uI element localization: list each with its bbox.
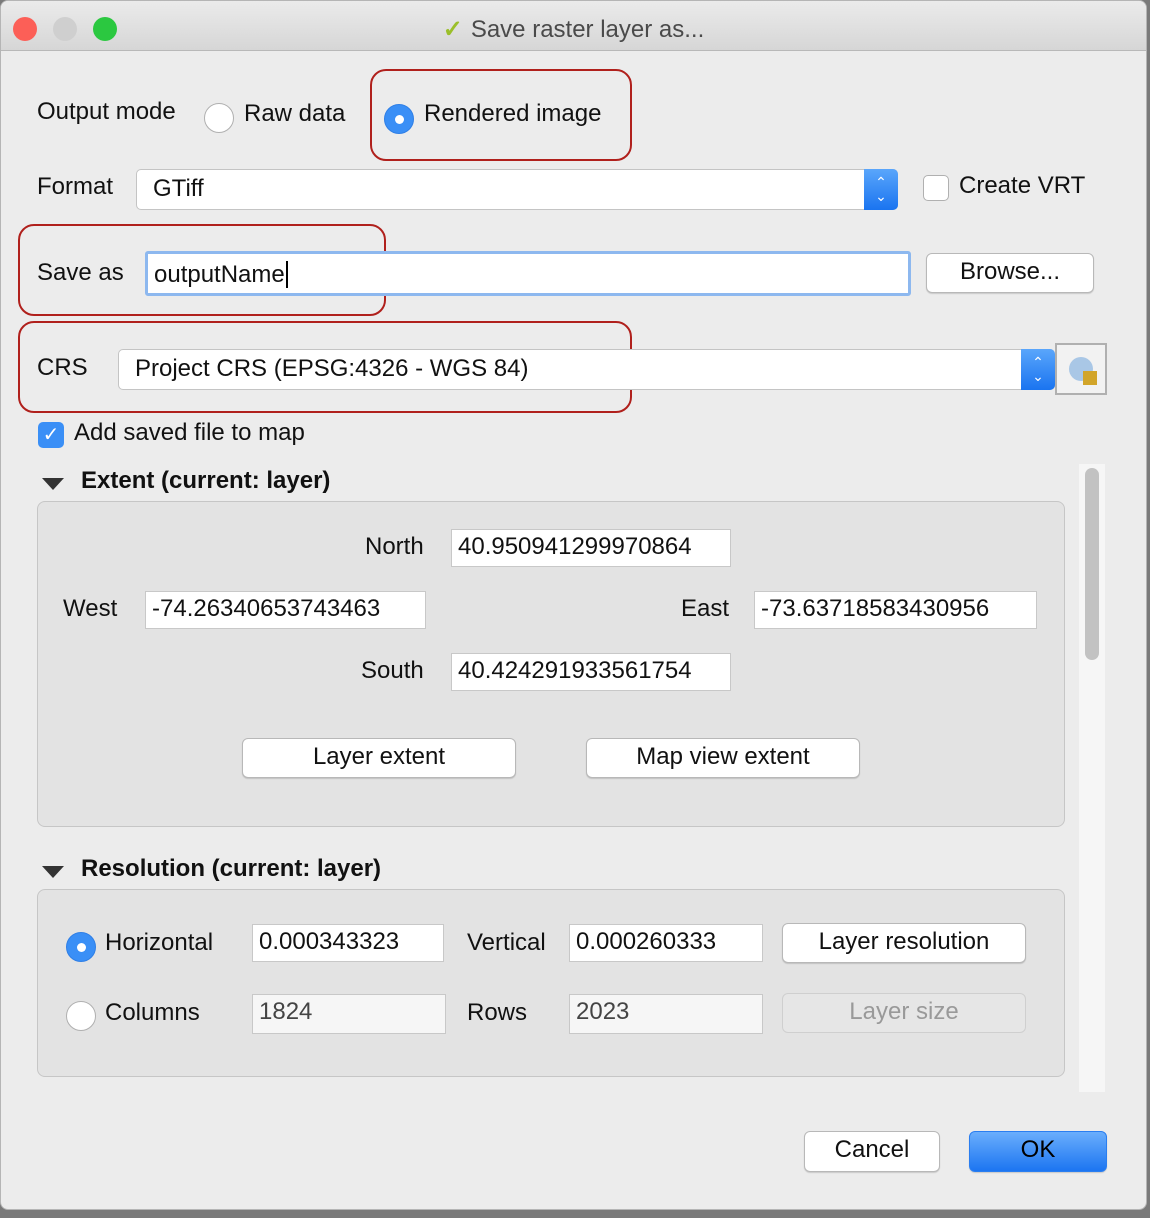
extent-section-title[interactable]: Extent (current: layer) <box>81 467 330 495</box>
resolution-group <box>37 889 1065 1077</box>
vertical-label: Vertical <box>467 929 546 956</box>
horizontal-radio[interactable] <box>66 932 96 962</box>
save-as-label: Save as <box>37 259 124 286</box>
save-raster-dialog: ✓ Save raster layer as... Output mode Raw… <box>0 0 1147 1210</box>
format-select[interactable]: GTiff ⌃ ⌄ <box>136 169 898 210</box>
rendered-image-radio[interactable] <box>384 104 414 134</box>
horizontal-input[interactable]: 0.000343323 <box>252 924 444 962</box>
save-as-input[interactable]: outputName <box>145 251 911 296</box>
crs-label: CRS <box>37 354 88 381</box>
vertical-input[interactable]: 0.000260333 <box>569 924 763 962</box>
resolution-section-title[interactable]: Resolution (current: layer) <box>81 855 381 883</box>
layer-resolution-button[interactable]: Layer resolution <box>782 923 1026 963</box>
window-title-text: Save raster layer as... <box>470 16 705 43</box>
text-cursor <box>285 261 288 288</box>
horizontal-label[interactable]: Horizontal <box>105 929 213 957</box>
columns-label[interactable]: Columns <box>105 999 200 1027</box>
title-bar: ✓ Save raster layer as... <box>1 1 1146 51</box>
north-input[interactable]: 40.950941299970864 <box>451 529 731 567</box>
rows-label: Rows <box>467 999 528 1026</box>
window-title: ✓ Save raster layer as... <box>1 15 1146 44</box>
map-view-extent-button[interactable]: Map view extent <box>586 738 860 778</box>
create-vrt-label[interactable]: Create VRT <box>959 172 1085 200</box>
columns-input[interactable]: 1824 <box>252 994 446 1034</box>
layer-size-button[interactable]: Layer size <box>782 993 1026 1033</box>
layer-extent-button[interactable]: Layer extent <box>242 738 516 778</box>
cancel-button[interactable]: Cancel <box>804 1131 940 1172</box>
edit-pencil-icon <box>1083 371 1097 385</box>
rows-input[interactable]: 2023 <box>569 994 763 1034</box>
collapse-triangle-icon[interactable] <box>42 866 64 878</box>
raw-data-label[interactable]: Raw data <box>244 100 345 128</box>
east-label: East <box>681 595 730 622</box>
ok-button[interactable]: OK <box>969 1131 1107 1172</box>
scrollbar-track[interactable] <box>1079 464 1105 1092</box>
east-input[interactable]: -73.63718583430956 <box>754 591 1037 629</box>
scrollbar-thumb[interactable] <box>1085 468 1099 660</box>
crs-selector-button[interactable] <box>1055 343 1107 395</box>
crs-select[interactable]: Project CRS (EPSG:4326 - WGS 84) ⌃ ⌄ <box>118 349 1055 390</box>
west-input[interactable]: -74.26340653743463 <box>145 591 426 629</box>
browse-button[interactable]: Browse... <box>926 253 1094 293</box>
crs-value: Project CRS (EPSG:4326 - WGS 84) <box>135 355 529 382</box>
updown-chevron-icon: ⌃ ⌄ <box>1021 349 1055 390</box>
format-value: GTiff <box>153 175 204 202</box>
save-as-value: outputName <box>154 261 285 288</box>
format-label: Format <box>37 173 114 200</box>
rendered-image-label[interactable]: Rendered image <box>424 100 601 128</box>
add-to-map-checkbox[interactable]: ✓ <box>38 422 64 448</box>
qgis-icon: ✓ <box>442 16 463 43</box>
columns-radio[interactable] <box>66 1001 96 1031</box>
collapse-triangle-icon[interactable] <box>42 478 64 490</box>
raw-data-radio[interactable] <box>204 103 234 133</box>
west-label: West <box>63 595 118 622</box>
output-mode-label: Output mode <box>37 98 176 125</box>
add-to-map-label[interactable]: Add saved file to map <box>74 419 305 447</box>
north-label: North <box>365 533 424 560</box>
south-input[interactable]: 40.424291933561754 <box>451 653 731 691</box>
south-label: South <box>361 657 424 684</box>
updown-chevron-icon: ⌃ ⌄ <box>864 169 898 210</box>
create-vrt-checkbox[interactable] <box>923 175 949 201</box>
